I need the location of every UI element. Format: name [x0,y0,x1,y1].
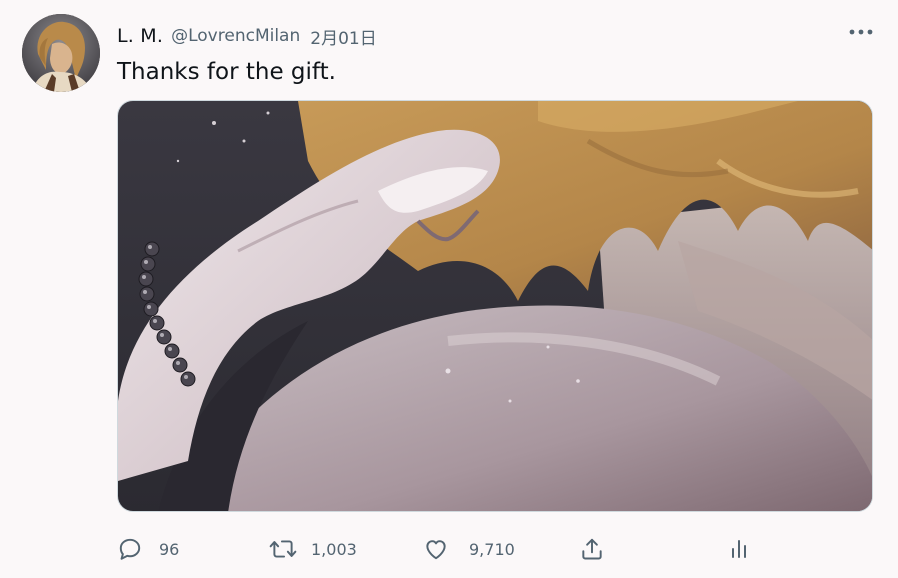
heart-icon [426,540,446,560]
display-name[interactable]: L. M. [117,25,163,47]
tweet-date[interactable]: 2月01日 [310,24,376,49]
tweet-media-image[interactable] [117,100,873,512]
tweet-card[interactable]: L. M. @LovrencMilan 2月01日 Thanks for the… [0,0,898,578]
analytics-button[interactable] [727,532,751,566]
share-icon [582,538,602,560]
user-handle[interactable]: @LovrencMilan [171,26,300,46]
illustration-image [118,101,872,511]
more-options-button[interactable] [846,22,876,42]
retweet-button[interactable]: 1,003 [269,532,357,566]
avatar-image [22,14,100,92]
reply-button[interactable]: 96 [117,532,179,566]
retweet-icon [269,540,297,558]
share-button[interactable] [579,532,605,566]
tweet-actions: 96 1,003 9,710 [117,532,757,566]
tweet-header: L. M. @LovrencMilan 2月01日 [117,22,377,50]
analytics-icon [732,540,746,558]
more-icon [849,29,873,35]
like-button[interactable]: 9,710 [423,532,515,566]
reply-icon [119,538,141,560]
avatar[interactable] [22,14,100,92]
tweet-text: Thanks for the gift. [117,59,336,85]
retweet-count: 1,003 [311,539,357,559]
reply-count: 96 [159,539,180,559]
like-count: 9,710 [469,539,515,559]
